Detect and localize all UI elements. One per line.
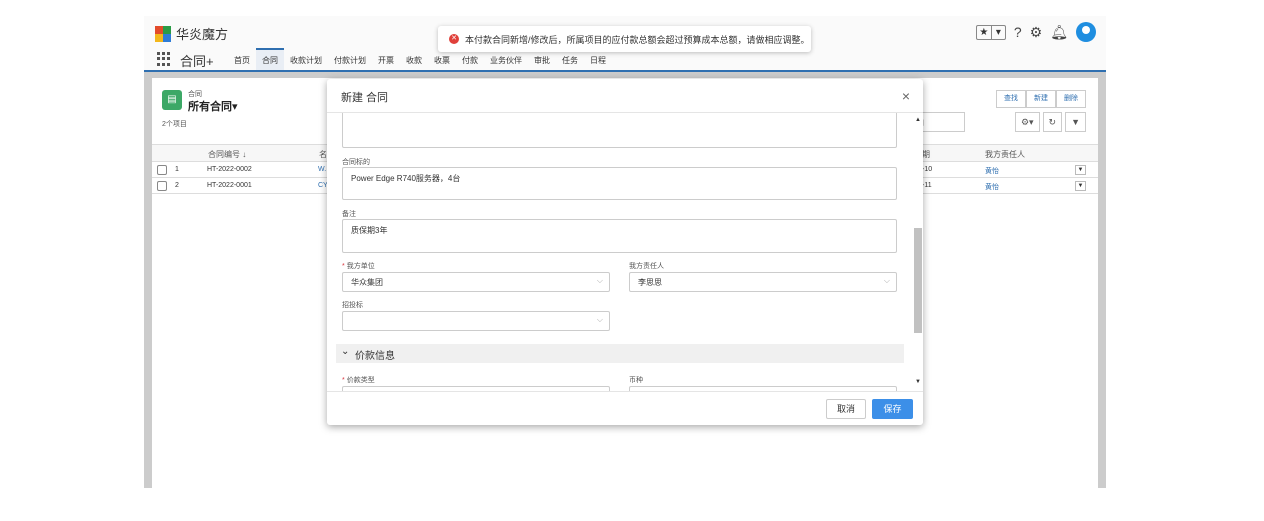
owner-label: 我方责任人 [629, 263, 664, 270]
chevron-down-icon: ⌵ [596, 315, 603, 324]
modal-body: 合同标的 Power Edge R740服务器，4台 备注 质保期3年 * 我方单… [327, 113, 923, 391]
textarea-field[interactable] [342, 113, 897, 148]
divider [327, 391, 923, 392]
new-button[interactable]: 新建 [1026, 90, 1056, 108]
contract-date: -11 [922, 182, 932, 189]
subject-value: Power Edge R740服务器，4台 [351, 174, 461, 183]
contract-name-link[interactable]: W. [318, 166, 326, 173]
item-count: 2个项目 [162, 121, 187, 128]
subject-field[interactable]: Power Edge R740服务器，4台 [342, 167, 897, 200]
toast-message: 本付款合同新增/修改后，所属项目的应付款总额会超过预算成本总额，请做相应调整。 [465, 34, 810, 45]
row-action-icon[interactable]: ▼ [1075, 181, 1086, 191]
error-icon: ✕ [449, 34, 459, 44]
caret-down-icon: ▾ [990, 25, 1005, 39]
gear-icon[interactable]: ⚙ [1030, 24, 1043, 41]
row-checkbox[interactable] [157, 165, 167, 175]
settings-menu-icon[interactable]: ⚙▾ [1014, 112, 1040, 132]
header-icons: ★ ▾ ? ⚙ 🔔︎ [975, 22, 1096, 42]
owner-value: 李思思 [638, 278, 662, 287]
subject-label: 合同标的 [342, 159, 370, 166]
app-name: 华炎魔方 [176, 27, 229, 42]
contract-object-icon: ▤ [162, 90, 182, 110]
app-logo[interactable]: 华炎魔方 [155, 24, 228, 43]
modal-title: 新建 合同 [341, 92, 389, 104]
scroll-up-icon[interactable]: ▲ [915, 117, 921, 123]
chevron-down-icon: ⌵ [596, 276, 603, 285]
delete-button[interactable]: 删除 [1056, 90, 1086, 108]
section-title: 价款信息 [355, 351, 395, 362]
row-action-icon[interactable]: ▼ [1075, 165, 1086, 175]
tab-collections[interactable]: 收款 [400, 48, 428, 70]
logo-icon [155, 25, 171, 42]
filter-icon[interactable]: ▼ [1065, 112, 1086, 132]
list-tools: ⚙▾ ↻ ▼ [1014, 112, 1086, 132]
scroll-down-icon[interactable]: ▼ [915, 379, 921, 385]
tab-home[interactable]: 首页 [228, 48, 256, 70]
bell-icon[interactable]: 🔔︎ [1050, 24, 1068, 41]
bidding-label: 招投标 [342, 302, 363, 309]
row-checkbox[interactable] [157, 181, 167, 191]
favorites-button[interactable]: ★ ▾ [975, 24, 1006, 40]
chevron-down-icon: ⌵ [883, 276, 890, 285]
new-contract-modal: 新建 合同 × 合同标的 Power Edge R740服务器，4台 备注 质保… [327, 79, 923, 425]
contract-code: HT-2022-0002 [207, 166, 252, 173]
remark-value: 质保期3年 [351, 226, 388, 235]
find-button[interactable]: 查找 [996, 90, 1026, 108]
app-context-title: 合同+ [180, 54, 214, 69]
our-company-select[interactable]: 华众集团 ⌵ [342, 272, 610, 292]
list-actions: 查找 新建 删除 [996, 90, 1086, 108]
column-header[interactable]: 期 [922, 149, 930, 160]
tab-contract[interactable]: 合同 [256, 48, 284, 70]
column-header[interactable]: 名 [319, 149, 327, 160]
help-icon[interactable]: ? [1014, 24, 1022, 40]
tab-receipt-plan[interactable]: 收款计划 [284, 48, 328, 70]
save-button[interactable]: 保存 [872, 399, 913, 419]
row-number: 1 [175, 166, 179, 173]
owner-link[interactable]: 黄怡 [985, 182, 999, 192]
cancel-button[interactable]: 取消 [826, 399, 866, 419]
refresh-icon[interactable]: ↻ [1042, 112, 1063, 132]
tab-payment-plan[interactable]: 付款计划 [328, 48, 372, 70]
chevron-down-icon: ⌄ [341, 346, 350, 357]
section-price-info[interactable]: ⌄ 价款信息 [336, 344, 904, 363]
bidding-select[interactable]: ⌵ [342, 311, 610, 331]
owner-select[interactable]: 李思思 ⌵ [629, 272, 897, 292]
owner-link[interactable]: 黄怡 [985, 166, 999, 176]
our-company-label: * 我方单位 [342, 263, 375, 270]
column-header[interactable]: 我方责任人 [985, 149, 1025, 160]
remark-label: 备注 [342, 211, 356, 218]
list-view-selector[interactable]: 所有合同▾ [188, 98, 238, 114]
user-icon [1082, 26, 1090, 34]
scrollbar-thumb[interactable] [914, 228, 922, 333]
error-toast: ✕ 本付款合同新增/修改后，所属项目的应付款总额会超过预算成本总额，请做相应调整… [438, 26, 811, 52]
currency-label: 币种 [629, 377, 643, 384]
close-icon[interactable]: × [902, 88, 910, 104]
tab-invoicing[interactable]: 开票 [372, 48, 400, 70]
column-header[interactable]: 合同编号 ↓ [208, 149, 246, 160]
price-type-label: * 价款类型 [342, 377, 375, 384]
row-number: 2 [175, 182, 179, 189]
contract-date: -10 [922, 166, 933, 173]
star-icon: ★ [979, 26, 989, 38]
our-company-value: 华众集团 [351, 278, 383, 287]
remark-field[interactable]: 质保期3年 [342, 219, 897, 253]
app-launcher-icon[interactable] [157, 52, 171, 66]
avatar[interactable] [1076, 22, 1096, 42]
contract-code: HT-2022-0001 [207, 182, 252, 189]
